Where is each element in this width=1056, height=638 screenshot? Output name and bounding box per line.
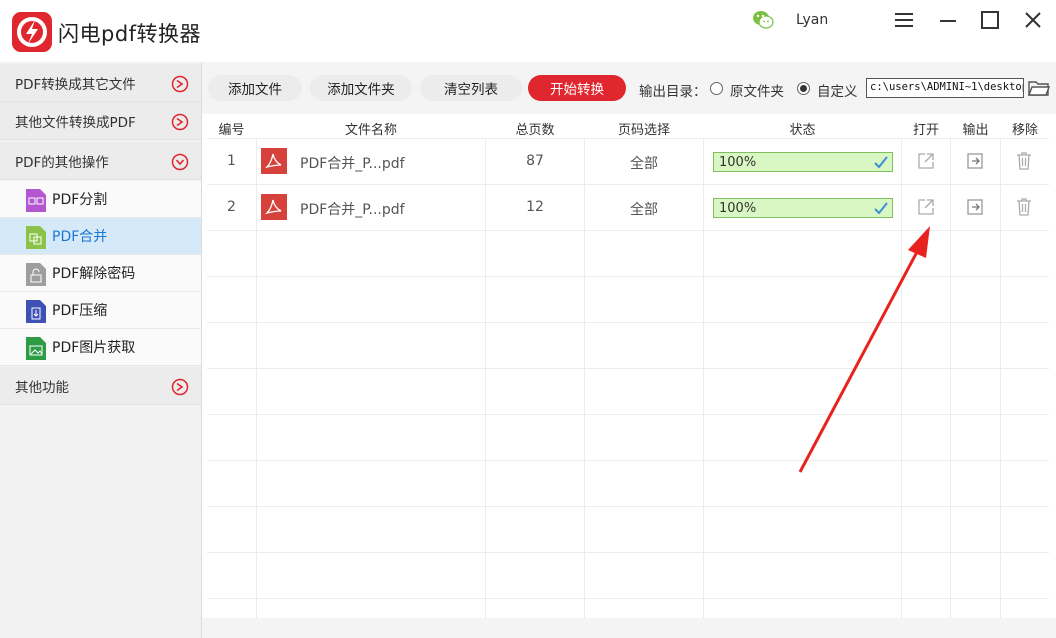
file-name: PDF合并_P...pdf bbox=[300, 202, 405, 218]
status-progress: 100% bbox=[713, 198, 893, 218]
sidebar-item-label: PDF合并 bbox=[52, 229, 108, 245]
clear-list-button[interactable]: 清空列表 bbox=[420, 75, 522, 101]
sidebar-category-other-to-pdf[interactable]: 其他文件转换成PDF bbox=[0, 102, 201, 140]
app-logo bbox=[12, 12, 52, 52]
page-range[interactable]: 全部 bbox=[585, 153, 703, 173]
chevron-right-icon bbox=[171, 378, 189, 396]
close-icon[interactable] bbox=[1019, 8, 1047, 32]
sidebar-category-other-features[interactable]: 其他功能 bbox=[0, 367, 201, 405]
status-progress: 100% bbox=[713, 152, 893, 172]
output-path-input[interactable]: c:\users\ADMINI~1\desktop bbox=[866, 78, 1024, 98]
category-label: PDF转换成其它文件 bbox=[15, 76, 136, 93]
pdf-image-icon bbox=[26, 337, 46, 360]
sidebar-item-pdf-merge[interactable]: PDF合并 bbox=[0, 218, 201, 255]
file-name: PDF合并_P...pdf bbox=[300, 156, 405, 172]
chevron-right-icon bbox=[171, 113, 189, 131]
add-file-button[interactable]: 添加文件 bbox=[208, 75, 302, 101]
radio-custom-folder[interactable] bbox=[797, 82, 810, 95]
sidebar-category-pdf-other-ops[interactable]: PDF的其他操作 bbox=[0, 142, 201, 180]
sidebar: PDF转换成其它文件 其他文件转换成PDF PDF的其他操作 PDF分割 PDF… bbox=[0, 62, 202, 638]
status-text: 100% bbox=[719, 201, 757, 216]
wechat-icon[interactable] bbox=[751, 9, 775, 31]
sidebar-item-label: PDF分割 bbox=[52, 192, 108, 208]
category-label: 其他功能 bbox=[15, 379, 69, 396]
menu-icon[interactable] bbox=[890, 8, 918, 32]
maximize-icon[interactable] bbox=[976, 8, 1004, 32]
app-title: 闪电pdf转换器 bbox=[58, 22, 202, 46]
pdf-file-icon bbox=[261, 194, 287, 220]
sidebar-item-pdf-image-extract[interactable]: PDF图片获取 bbox=[0, 329, 201, 366]
open-external-icon[interactable] bbox=[916, 151, 936, 171]
chevron-down-icon bbox=[171, 153, 189, 171]
row-index: 2 bbox=[227, 199, 236, 215]
check-icon bbox=[874, 202, 888, 215]
sidebar-item-pdf-split[interactable]: PDF分割 bbox=[0, 181, 201, 218]
title-bar: 闪电pdf转换器 Lyan bbox=[0, 0, 1056, 62]
check-icon bbox=[874, 156, 888, 169]
open-external-icon[interactable] bbox=[916, 197, 936, 217]
annotation-arrow bbox=[798, 226, 930, 473]
status-bar bbox=[202, 618, 1056, 638]
status-text: 100% bbox=[719, 155, 757, 170]
pdf-merge-icon bbox=[26, 226, 46, 249]
page-count: 87 bbox=[526, 153, 544, 169]
radio-source-folder[interactable] bbox=[710, 82, 723, 95]
pdf-file-icon bbox=[261, 148, 287, 174]
username[interactable]: Lyan bbox=[796, 12, 828, 28]
sidebar-item-pdf-compress[interactable]: PDF压缩 bbox=[0, 292, 201, 329]
chevron-right-icon bbox=[171, 75, 189, 93]
sidebar-category-pdf-to-other[interactable]: PDF转换成其它文件 bbox=[0, 64, 201, 102]
pdf-split-icon bbox=[26, 189, 46, 212]
output-icon[interactable] bbox=[965, 197, 985, 217]
sidebar-item-label: PDF解除密码 bbox=[52, 266, 136, 282]
minimize-icon[interactable] bbox=[934, 8, 962, 32]
sidebar-item-label: PDF压缩 bbox=[52, 303, 108, 319]
row-index: 1 bbox=[227, 153, 236, 169]
custom-folder-label[interactable]: 自定义 bbox=[817, 80, 858, 100]
page-range[interactable]: 全部 bbox=[585, 199, 703, 219]
sidebar-item-label: PDF图片获取 bbox=[52, 340, 136, 356]
category-label: PDF的其他操作 bbox=[15, 154, 109, 171]
trash-icon[interactable] bbox=[1014, 197, 1034, 217]
folder-icon[interactable] bbox=[1027, 78, 1051, 98]
output-icon[interactable] bbox=[965, 151, 985, 171]
source-folder-label[interactable]: 原文件夹 bbox=[730, 80, 784, 100]
pdf-unlock-icon bbox=[26, 263, 46, 286]
sidebar-item-pdf-unlock[interactable]: PDF解除密码 bbox=[0, 255, 201, 292]
category-label: 其他文件转换成PDF bbox=[15, 114, 136, 131]
trash-icon[interactable] bbox=[1014, 151, 1034, 171]
page-count: 12 bbox=[526, 199, 544, 215]
add-folder-button[interactable]: 添加文件夹 bbox=[310, 75, 412, 101]
output-dir-label: 输出目录： bbox=[639, 84, 707, 100]
pdf-compress-icon bbox=[26, 300, 46, 323]
start-convert-button[interactable]: 开始转换 bbox=[528, 75, 626, 101]
